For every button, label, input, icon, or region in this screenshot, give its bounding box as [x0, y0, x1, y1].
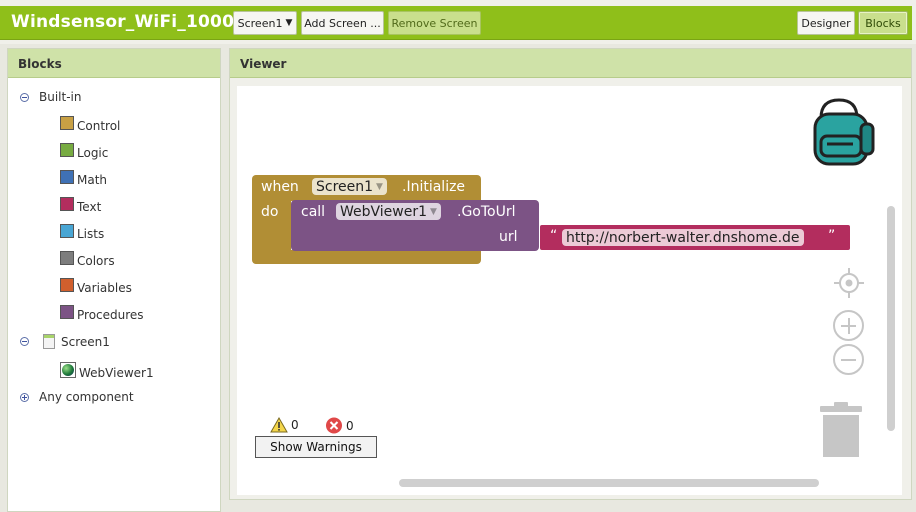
blocks-panel-title: Blocks [8, 49, 220, 78]
warnings-count: 0 [291, 418, 299, 432]
screen-select-label: Screen1 [237, 16, 283, 30]
remove-screen-button[interactable]: Remove Screen [388, 11, 481, 35]
call-block-gotourl[interactable]: call WebViewer1 ▼ .GoToUrl url [291, 200, 539, 251]
event-name-label: .Initialize [402, 179, 466, 195]
tree-webviewer1[interactable]: WebViewer1 [60, 362, 154, 380]
url-param-label: url [499, 229, 518, 245]
chevron-down-icon: ▼ [285, 18, 293, 28]
category-label: Text [77, 200, 102, 214]
category-label: Math [77, 173, 108, 187]
designer-button[interactable]: Designer [797, 11, 855, 35]
call-component-label: WebViewer1 [340, 203, 428, 220]
category-color-icon [60, 143, 74, 157]
warning-icon [270, 417, 288, 433]
collapse-icon[interactable] [20, 337, 29, 346]
backpack-icon[interactable] [807, 96, 879, 168]
open-quote: “ [550, 228, 558, 244]
category-control[interactable]: Control [60, 116, 121, 133]
close-quote: ” [828, 228, 836, 244]
screen-select-dropdown[interactable]: Screen1 ▼ [233, 11, 297, 35]
screen-icon [43, 334, 55, 349]
expand-icon[interactable] [20, 392, 29, 402]
scrollbar-vertical[interactable] [887, 206, 895, 431]
zoom-out-icon[interactable] [833, 344, 864, 375]
error-icon [326, 417, 342, 434]
category-color-icon [60, 305, 74, 319]
category-procedures[interactable]: Procedures [60, 305, 144, 322]
errors-indicator: 0 [325, 417, 354, 434]
category-math[interactable]: Math [60, 170, 108, 187]
category-text[interactable]: Text [60, 197, 102, 214]
when-keyword: when [261, 179, 299, 195]
category-colors[interactable]: Colors [60, 251, 115, 268]
event-component-label: Screen1 [316, 178, 374, 195]
add-screen-button[interactable]: Add Screen ... [301, 11, 384, 35]
category-logic[interactable]: Logic [60, 143, 109, 160]
dropdown-arrow-icon: ▼ [376, 181, 383, 192]
tree-any-component[interactable]: Any component [20, 390, 134, 404]
top-toolbar: Windsensor_WiFi_1000 Screen1 ▼ Add Scree… [0, 0, 916, 44]
call-keyword: call [301, 204, 326, 220]
tree-webviewer1-label: WebViewer1 [79, 366, 154, 380]
category-color-icon [60, 197, 74, 211]
viewer-panel-title: Viewer [230, 49, 911, 78]
category-label: Variables [77, 281, 132, 295]
collapse-icon[interactable] [20, 92, 29, 102]
category-label: Lists [77, 227, 105, 241]
do-keyword: do [261, 204, 279, 220]
errors-count: 0 [346, 418, 354, 433]
trash-icon[interactable] [818, 402, 864, 460]
blocks-button[interactable]: Blocks [858, 11, 908, 35]
call-component-dropdown[interactable]: WebViewer1 ▼ [336, 203, 441, 220]
dropdown-arrow-icon: ▼ [430, 206, 437, 217]
category-label: Control [77, 119, 121, 133]
event-component-dropdown[interactable]: Screen1 ▼ [312, 178, 387, 195]
globe-icon [60, 362, 76, 378]
category-label: Colors [77, 254, 115, 268]
category-color-icon [60, 116, 74, 130]
category-color-icon [60, 251, 74, 265]
category-lists[interactable]: Lists [60, 224, 105, 241]
project-title: Windsensor_WiFi_1000 [11, 12, 235, 32]
url-text-field[interactable]: http://norbert-walter.dnshome.de [562, 229, 804, 246]
category-variables[interactable]: Variables [60, 278, 132, 295]
recenter-icon[interactable] [833, 267, 865, 299]
zoom-in-icon[interactable] [833, 310, 864, 341]
show-warnings-button[interactable]: Show Warnings [255, 436, 377, 458]
category-label: Logic [77, 146, 109, 160]
tree-screen1[interactable]: Screen1 [20, 334, 110, 349]
tree-builtin[interactable]: Built-in [20, 90, 81, 104]
tree-builtin-label: Built-in [39, 90, 82, 104]
scrollbar-horizontal[interactable] [399, 479, 819, 487]
warnings-indicator: 0 [270, 417, 299, 433]
category-label: Procedures [77, 308, 144, 322]
call-method-label: .GoToUrl [457, 204, 516, 220]
url-text-value: http://norbert-walter.dnshome.de [566, 229, 800, 246]
text-block-url[interactable]: “ http://norbert-walter.dnshome.de ” [540, 225, 850, 250]
tree-screen1-label: Screen1 [61, 334, 110, 349]
category-color-icon [60, 170, 74, 184]
category-color-icon [60, 224, 74, 238]
category-color-icon [60, 278, 74, 292]
tree-any-component-label: Any component [39, 390, 134, 404]
